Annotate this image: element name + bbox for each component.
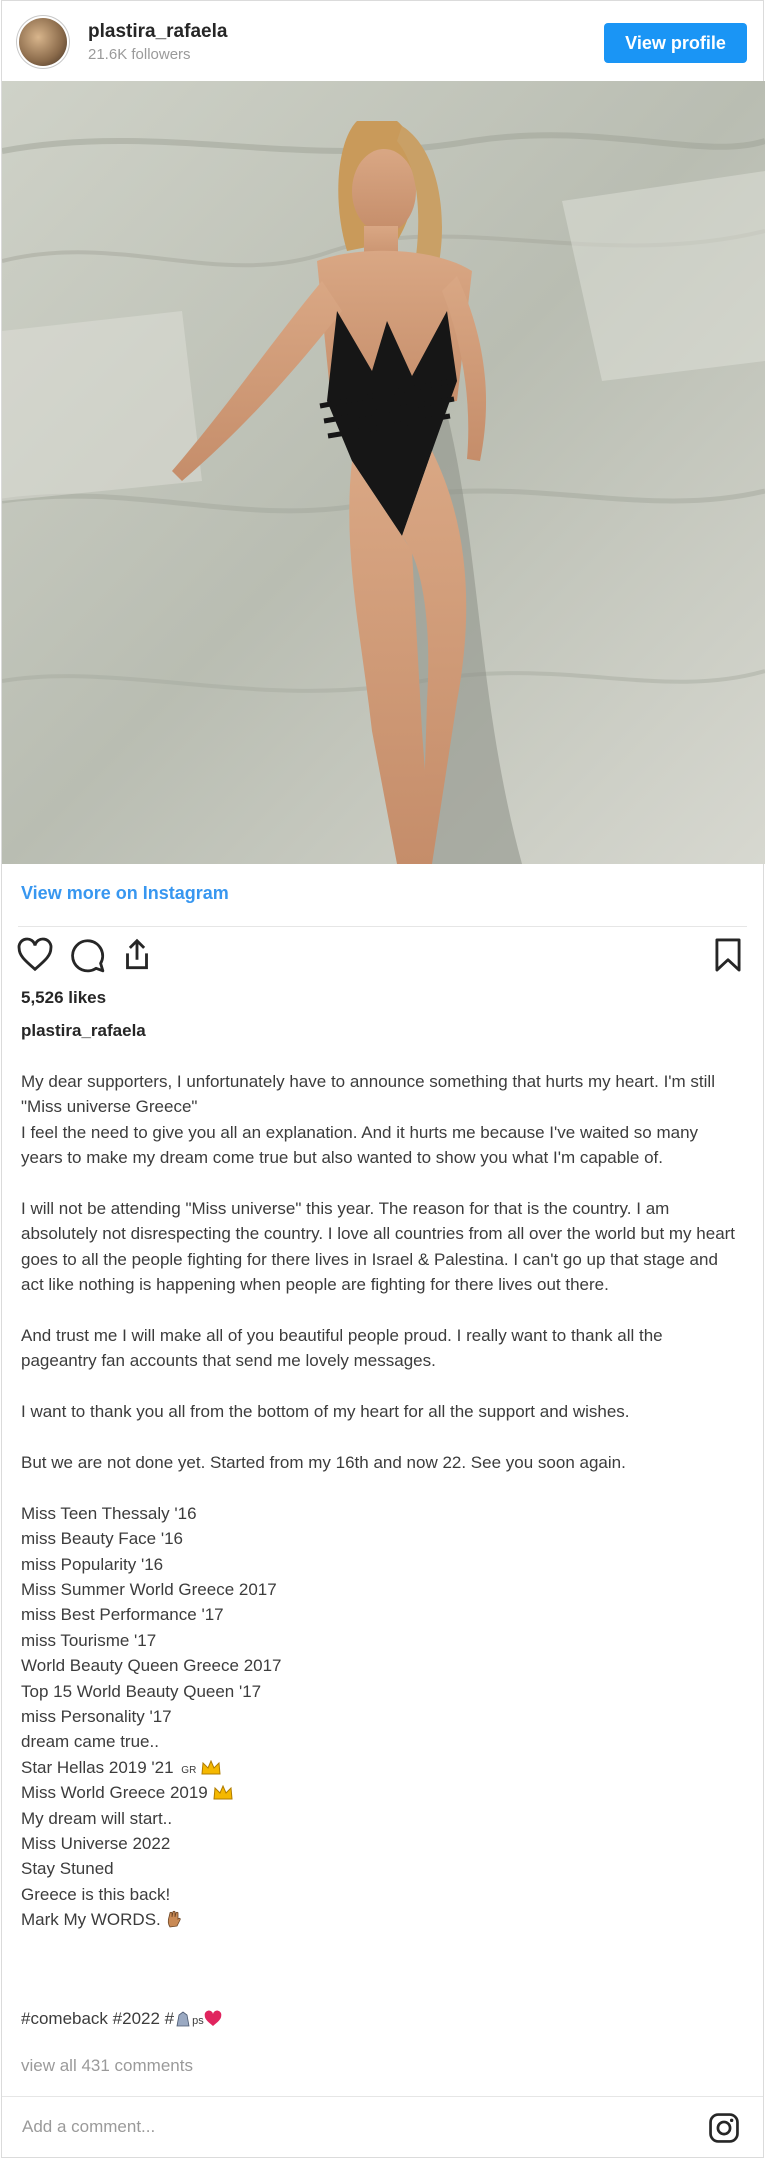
hand-emoji — [166, 1910, 182, 1935]
list-item-text: Star Hellas 2019 '21 — [21, 1757, 174, 1777]
view-more-link[interactable]: View more on Instagram — [21, 883, 229, 904]
post-header: plastira_rafaela 21.6K followers View pr… — [2, 1, 763, 81]
list-item: miss Popularity '16 — [21, 1554, 164, 1574]
like-count[interactable]: 5,526 likes — [21, 988, 106, 1008]
username[interactable]: plastira_rafaela — [88, 21, 227, 43]
list-item: Miss Summer World Greece 2017 — [21, 1580, 277, 1599]
caption: My dear supporters, I unfortunately have… — [21, 1069, 741, 1932]
list-item: miss Personality '17 — [21, 1706, 172, 1726]
list-item: Star Hellas 2019 '21 GR — [21, 1755, 741, 1780]
instagram-icon[interactable] — [707, 2111, 741, 2145]
caption-paragraph: My dear supporters, I unfortunately have… — [21, 1072, 715, 1168]
hashtags-tail: ps — [192, 2015, 204, 2027]
crown-emoji — [212, 1783, 233, 1808]
caption-paragraph: But we are not done yet. Started from my… — [21, 1453, 626, 1473]
caption-paragraph: I want to thank you all from the bottom … — [21, 1402, 630, 1422]
post-photo[interactable] — [2, 81, 765, 864]
list-item: My dream will start.. — [21, 1808, 173, 1828]
list-item: Top 15 World Beauty Queen '17 — [21, 1681, 262, 1701]
list-item-text: Miss World Greece 2019 — [21, 1783, 208, 1803]
list-item: miss Beauty Face '16 — [21, 1529, 183, 1549]
list-item: Miss Universe 2022 — [21, 1833, 171, 1853]
hand-emoji — [174, 2009, 192, 2032]
flag-label: GR — [181, 1764, 197, 1776]
bookmark-icon[interactable] — [709, 936, 749, 976]
titles-list: Miss Teen Thessaly '16 miss Beauty Face … — [21, 1501, 741, 1933]
comment-bar — [2, 2096, 763, 2160]
view-profile-button[interactable]: View profile — [604, 23, 747, 63]
caption-author[interactable]: plastira_rafaela — [21, 1021, 146, 1041]
action-bar — [2, 936, 763, 982]
list-item: miss Best Performance '17 — [21, 1605, 224, 1625]
share-icon[interactable] — [118, 936, 158, 976]
list-item: Stay Stuned — [21, 1859, 114, 1879]
hashtags: #comeback #2022 # ps — [21, 2009, 222, 2032]
list-item: dream came true.. — [21, 1732, 159, 1752]
list-item: miss Tourisme '17 — [21, 1630, 157, 1650]
divider — [18, 926, 747, 927]
list-item: Miss World Greece 2019 — [21, 1780, 741, 1805]
list-item: World Beauty Queen Greece 2017 — [21, 1656, 282, 1676]
caption-paragraph: And trust me I will make all of you beau… — [21, 1326, 663, 1371]
avatar[interactable] — [19, 18, 67, 66]
list-item: Greece is this back! — [21, 1884, 171, 1904]
caption-paragraph: I will not be attending "Miss universe" … — [21, 1199, 736, 1295]
comment-icon[interactable] — [68, 936, 108, 976]
follower-count: 21.6K followers — [88, 46, 191, 63]
list-item-text: Mark My WORDS. — [21, 1910, 161, 1930]
instagram-embed-card: plastira_rafaela 21.6K followers View pr… — [1, 0, 765, 2160]
red-heart-emoji — [204, 2010, 222, 2032]
hashtags-text[interactable]: #comeback #2022 # — [21, 2009, 174, 2028]
view-all-comments-link[interactable]: view all 431 comments — [21, 2056, 193, 2076]
heart-icon[interactable] — [16, 936, 56, 976]
list-item: Mark My WORDS. — [21, 1907, 741, 1932]
list-item: Miss Teen Thessaly '16 — [21, 1503, 197, 1523]
comment-input[interactable] — [20, 2111, 624, 2143]
